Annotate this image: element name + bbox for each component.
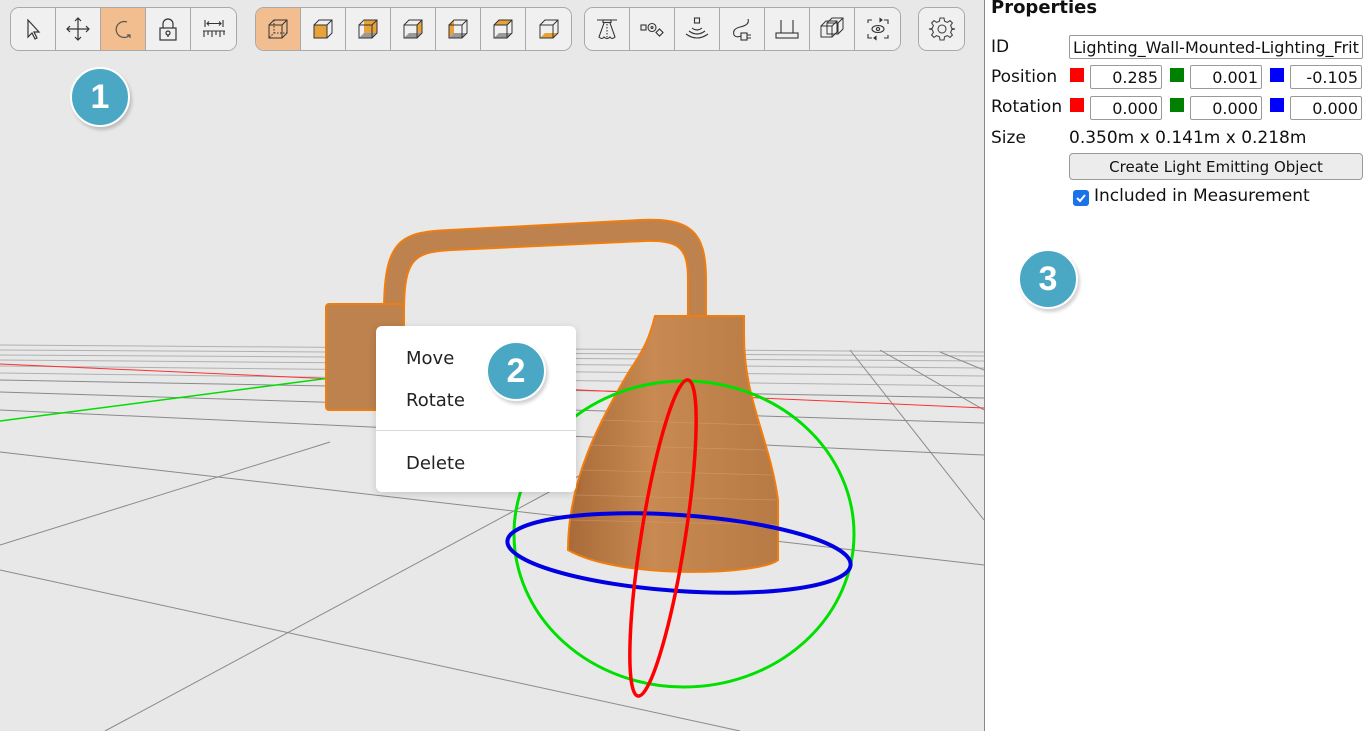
rotation-label: Rotation [991,97,1063,117]
z-axis-swatch [1270,68,1284,82]
camera-view-button[interactable] [855,8,900,50]
view-front-button[interactable] [301,8,346,50]
view-top-button[interactable] [481,8,526,50]
ceiling-lamp-icon [597,19,617,40]
3d-viewport[interactable]: Move Rotate Delete 1 2 [0,0,984,731]
cube-left-face-icon [448,19,468,39]
y-axis-swatch [1170,68,1184,82]
cube-front-face-icon [313,19,333,39]
z-axis-swatch [1270,98,1284,112]
pointer-arrow-icon [27,18,41,40]
properties-title: Properties [991,0,1098,18]
position-z-field[interactable] [1290,65,1362,89]
xray-button[interactable] [810,8,855,50]
select-tool-button[interactable] [11,8,56,50]
context-menu-rotate[interactable]: Rotate [406,390,465,411]
rotate-tool-button[interactable] [101,8,146,50]
view-back-button[interactable] [346,8,391,50]
view-right-button[interactable] [391,8,436,50]
position-label: Position [991,67,1058,87]
context-menu-delete[interactable]: Delete [406,453,465,474]
x-axis-swatch [1070,98,1084,112]
context-menu-divider [376,430,576,431]
create-light-emitting-object-button[interactable]: Create Light Emitting Object [1069,153,1363,180]
measure-tool-button[interactable] [191,8,236,50]
checkmark-icon [1076,194,1086,203]
rotation-y-field[interactable] [1190,96,1262,120]
lock-tool-button[interactable] [146,8,191,50]
cube-top-face-icon [493,19,513,39]
rotate-icon [115,20,131,39]
size-value: 0.350m x 0.141m x 0.218m [1069,128,1307,148]
cube-right-face-icon [403,19,423,39]
overlapping-cubes-icon [820,17,844,38]
position-y-field[interactable] [1190,65,1262,89]
view-perspective-button[interactable] [256,8,301,50]
ruler-measure-icon [202,20,225,37]
settings-button[interactable] [919,8,964,50]
view-left-button[interactable] [436,8,481,50]
id-field[interactable] [1069,35,1363,59]
floor-button[interactable] [765,8,810,50]
shapes-button[interactable] [630,8,675,50]
included-in-measurement-label: Included in Measurement [1094,186,1310,206]
step-badge-3: 3 [1018,249,1078,309]
padlock-icon [159,18,177,41]
step-badge-2: 2 [486,341,546,401]
view-bottom-button[interactable] [526,8,571,50]
context-menu: Move Rotate Delete [376,326,576,492]
ceiling-light-button[interactable] [585,8,630,50]
cube-perspective-icon [268,19,288,39]
properties-panel: Properties ID Position Rotation Size 0.3… [984,0,1368,731]
rotation-z-field[interactable] [1290,96,1362,120]
settings-toolbar [918,7,965,51]
view-toolbar [255,7,572,51]
mode-toolbar [10,7,237,51]
eye-view-icon [866,17,889,41]
sensor-signal-icon [685,17,709,39]
step-badge-1: 1 [70,67,130,127]
power-plug-button[interactable] [720,8,765,50]
context-menu-move[interactable]: Move [406,348,454,369]
size-label: Size [991,128,1026,148]
sensor-button[interactable] [675,8,720,50]
x-axis-swatch [1070,68,1084,82]
move-arrows-icon [66,17,90,41]
cube-back-face-icon [358,19,378,39]
floor-plane-icon [775,20,799,39]
id-label: ID [991,37,1010,57]
gear-icon [928,17,955,41]
included-in-measurement-checkbox[interactable] [1073,190,1089,206]
shapes-icon [640,22,664,37]
cube-bottom-face-icon [539,19,558,39]
move-tool-button[interactable] [56,8,101,50]
position-x-field[interactable] [1090,65,1162,89]
object-toolbar [584,7,901,51]
z-axis-line [0,377,331,422]
y-axis-swatch [1170,98,1184,112]
rotation-x-field[interactable] [1090,96,1162,120]
power-plug-icon [733,18,751,41]
